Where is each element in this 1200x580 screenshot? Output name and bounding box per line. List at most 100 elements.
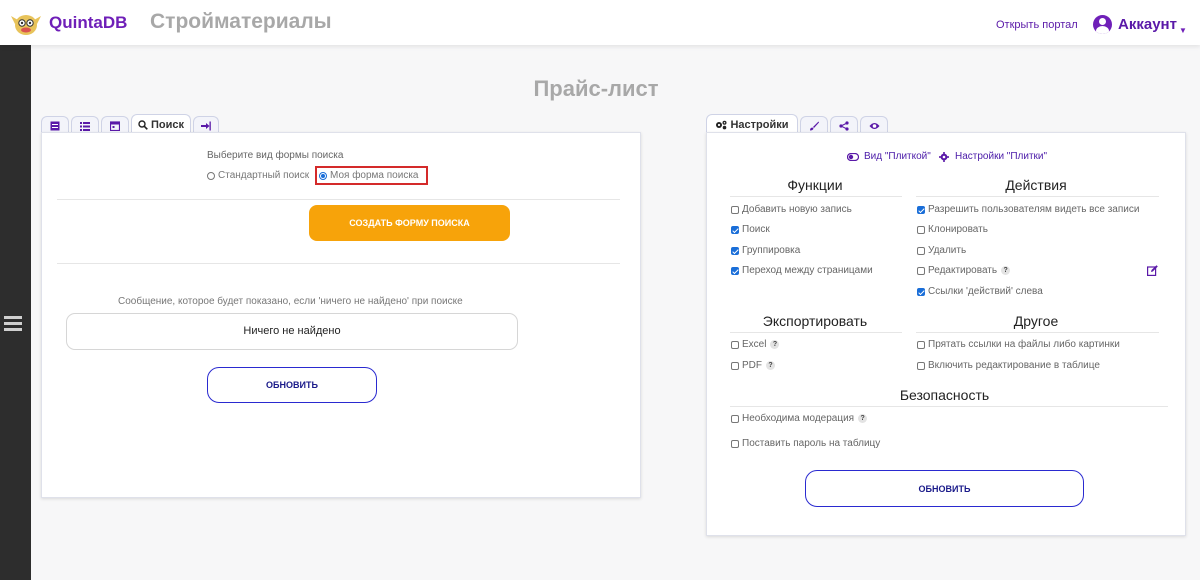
divider bbox=[730, 196, 902, 197]
create-search-form-button[interactable]: создать форму поиска bbox=[309, 205, 510, 241]
cogs-icon bbox=[716, 120, 727, 129]
checkbox-view-all-records-label: Разрешить пользователям видеть все запис… bbox=[928, 204, 1140, 215]
not-found-message-label: Сообщение, которое будет показано, если … bbox=[118, 296, 463, 307]
checkbox-inline-edit[interactable]: Включить редактирование в таблице bbox=[917, 360, 1100, 371]
help-icon[interactable]: ? bbox=[858, 414, 868, 423]
radio-standard-control[interactable] bbox=[207, 171, 215, 180]
checkbox-add-record-box[interactable] bbox=[731, 205, 739, 214]
divider bbox=[916, 332, 1159, 333]
tab-settings-label: Настройки bbox=[730, 118, 789, 131]
update-settings-button[interactable]: обновить bbox=[805, 470, 1084, 507]
checkbox-edit[interactable]: Редактировать ? bbox=[917, 265, 1011, 276]
checkbox-excel-label: Excel bbox=[742, 339, 767, 350]
left-panel-tabs: Поиск bbox=[41, 114, 221, 134]
checkbox-view-all-records[interactable]: Разрешить пользователям видеть все запис… bbox=[917, 204, 1139, 215]
search-icon bbox=[138, 119, 148, 130]
divider bbox=[730, 332, 902, 333]
share-icon bbox=[839, 120, 849, 131]
right-panel-tabs: Настройки bbox=[706, 114, 890, 134]
open-portal-link[interactable]: Открыть портал bbox=[996, 19, 1078, 31]
left-sidebar bbox=[0, 45, 31, 580]
help-icon[interactable]: ? bbox=[770, 340, 780, 349]
checkbox-delete-box[interactable] bbox=[917, 246, 925, 255]
checkbox-grouping-box[interactable] bbox=[731, 246, 739, 255]
page-title: Прайс-лист bbox=[533, 76, 659, 101]
functions-heading: Функции bbox=[787, 177, 843, 193]
account-menu[interactable]: Аккаунт ▼ bbox=[1093, 15, 1187, 35]
checkbox-pdf-label: PDF bbox=[742, 360, 762, 371]
edit-icon[interactable] bbox=[1147, 265, 1158, 276]
radio-standard-search[interactable]: Стандартный поиск bbox=[207, 170, 309, 181]
view-tile-link[interactable]: Вид "Плиткой" bbox=[847, 151, 931, 162]
checkbox-excel-box[interactable] bbox=[731, 340, 739, 349]
help-icon[interactable]: ? bbox=[766, 361, 775, 370]
checkbox-edit-box[interactable] bbox=[917, 266, 925, 275]
chevron-down-icon: ▼ bbox=[1179, 26, 1187, 35]
top-header: QuintaDB Стройматериалы Открыть портал А… bbox=[0, 0, 1200, 45]
checkbox-delete-label: Удалить bbox=[928, 245, 967, 256]
toggle-icon bbox=[847, 152, 859, 161]
form-icon bbox=[50, 121, 60, 130]
checkbox-clone-box[interactable] bbox=[917, 225, 925, 234]
checkbox-action-links-left-box[interactable] bbox=[917, 287, 925, 296]
checkbox-pdf-box[interactable] bbox=[731, 361, 739, 370]
checkbox-inline-edit-box[interactable] bbox=[917, 361, 925, 370]
checkbox-pagination-box[interactable] bbox=[731, 266, 739, 275]
other-heading: Другое bbox=[1013, 313, 1059, 329]
checkbox-hide-file-links[interactable]: Прятать ссылки на файлы либо картинки bbox=[917, 339, 1120, 350]
checkbox-add-record[interactable]: Добавить новую запись bbox=[731, 204, 852, 215]
security-heading: Безопасность bbox=[899, 387, 990, 403]
tile-settings-link[interactable]: Настройки "Плитки" bbox=[939, 151, 1047, 162]
checkbox-table-password-label: Поставить пароль на таблицу bbox=[742, 438, 881, 449]
export-heading: Экспортировать bbox=[762, 313, 868, 329]
user-avatar-icon bbox=[1093, 15, 1112, 34]
help-icon[interactable]: ? bbox=[1001, 266, 1011, 275]
actions-heading: Действия bbox=[1005, 177, 1067, 193]
checkbox-moderation[interactable]: Необходима модерация ? bbox=[731, 413, 868, 424]
checkbox-clone-label: Клонировать bbox=[928, 224, 988, 235]
checkbox-excel[interactable]: Excel ? bbox=[731, 339, 780, 350]
radio-standard-label: Стандартный поиск bbox=[218, 170, 310, 181]
tab-settings[interactable]: Настройки bbox=[706, 114, 798, 134]
view-tile-label: Вид "Плиткой" bbox=[864, 151, 931, 162]
paint-brush-icon bbox=[810, 121, 819, 130]
divider bbox=[730, 406, 1168, 407]
checkbox-action-links-left[interactable]: Ссылки 'действий' слева bbox=[917, 286, 1043, 297]
divider bbox=[57, 263, 620, 264]
gear-icon bbox=[939, 151, 949, 162]
checkbox-view-all-records-box[interactable] bbox=[917, 205, 925, 214]
tile-settings-label: Настройки "Плитки" bbox=[955, 151, 1048, 162]
brand-name[interactable]: QuintaDB bbox=[49, 13, 127, 33]
tab-search-label: Поиск bbox=[150, 118, 184, 131]
checkbox-search-box[interactable] bbox=[731, 225, 739, 234]
app-title: Стройматериалы bbox=[150, 10, 332, 33]
checkbox-inline-edit-label: Включить редактирование в таблице bbox=[928, 360, 1100, 371]
checkbox-table-password-box[interactable] bbox=[731, 439, 739, 448]
checkbox-grouping[interactable]: Группировка bbox=[731, 245, 800, 256]
calendar-icon bbox=[110, 120, 120, 131]
checkbox-delete[interactable]: Удалить bbox=[917, 245, 966, 256]
checkbox-pagination-label: Переход между страницами bbox=[742, 265, 873, 276]
quintadb-logo-icon[interactable] bbox=[8, 8, 44, 38]
checkbox-grouping-label: Группировка bbox=[742, 245, 801, 256]
checkbox-edit-label: Редактировать bbox=[928, 265, 998, 276]
checkbox-hide-file-links-label: Прятать ссылки на файлы либо картинки bbox=[928, 339, 1120, 350]
divider bbox=[57, 199, 620, 200]
hamburger-menu-icon[interactable] bbox=[4, 316, 22, 331]
highlight-box bbox=[315, 166, 428, 185]
checkbox-search-label: Поиск bbox=[742, 224, 770, 235]
checkbox-search[interactable]: Поиск bbox=[731, 224, 770, 235]
checkbox-action-links-left-label: Ссылки 'действий' слева bbox=[928, 286, 1043, 297]
tab-search[interactable]: Поиск bbox=[131, 114, 191, 134]
update-search-button[interactable]: обновить bbox=[207, 367, 377, 403]
checkbox-hide-file-links-box[interactable] bbox=[917, 340, 925, 349]
checkbox-table-password[interactable]: Поставить пароль на таблицу bbox=[731, 438, 880, 449]
checkbox-pagination[interactable]: Переход между страницами bbox=[731, 265, 873, 276]
checkbox-add-record-label: Добавить новую запись bbox=[742, 204, 852, 215]
checkbox-clone[interactable]: Клонировать bbox=[917, 224, 988, 235]
checkbox-moderation-box[interactable] bbox=[731, 414, 739, 423]
search-form-type-label: Выберите вид формы поиска bbox=[207, 150, 344, 161]
account-label: Аккаунт bbox=[1118, 16, 1177, 33]
not-found-message-input[interactable]: Ничего не найдено bbox=[66, 313, 518, 350]
checkbox-pdf[interactable]: PDF ? bbox=[731, 360, 775, 371]
